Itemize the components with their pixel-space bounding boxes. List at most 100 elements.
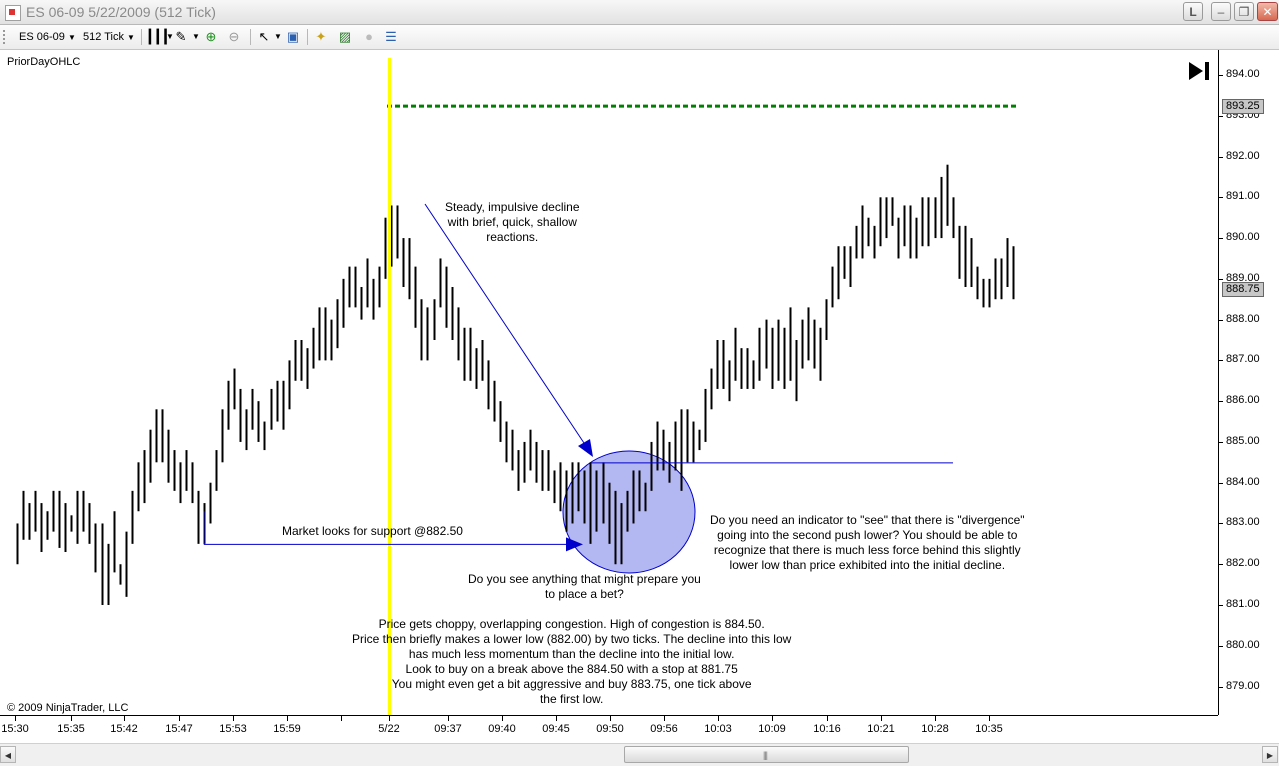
annotation-line: to place a bet? xyxy=(468,587,701,602)
x-tick-label: 10:35 xyxy=(975,723,1003,735)
data-box-icon[interactable]: ▣ xyxy=(285,29,301,45)
x-tick xyxy=(341,716,342,721)
price-marker: 893.25 xyxy=(1222,99,1264,114)
price-chart[interactable] xyxy=(0,50,1218,715)
price-axis[interactable]: 894.00893.00892.00891.00890.00889.00888.… xyxy=(1218,50,1279,715)
annotation-congestion: Price gets choppy, overlapping congestio… xyxy=(352,617,791,707)
x-tick-label: 09:45 xyxy=(542,723,570,735)
y-tick-label: 884.00 xyxy=(1226,476,1260,488)
x-tick xyxy=(881,716,882,721)
toolbar-separator xyxy=(250,29,251,45)
y-tick-label: 881.00 xyxy=(1226,598,1260,610)
scroll-right-icon[interactable]: ▶ xyxy=(1262,746,1278,763)
x-tick-label: 5/22 xyxy=(378,723,399,735)
y-tick-label: 892.00 xyxy=(1226,150,1260,162)
annotation-line: Price gets choppy, overlapping congestio… xyxy=(352,617,791,632)
x-tick-label: 15:42 xyxy=(110,723,138,735)
x-tick xyxy=(179,716,180,721)
y-tick-label: 882.00 xyxy=(1226,557,1260,569)
annotation-line: Price then briefly makes a lower low (88… xyxy=(352,632,791,647)
zoom-out-icon[interactable]: ⊖ xyxy=(226,29,242,45)
chevron-down-icon: ▼ xyxy=(68,33,76,42)
drawing-tool-icon[interactable]: ✎ xyxy=(173,29,189,45)
x-tick-label: 09:40 xyxy=(488,723,516,735)
toolbar-grip-icon[interactable] xyxy=(3,30,8,44)
copyright-text: © 2009 NinjaTrader, LLC xyxy=(7,702,128,714)
x-tick-label: 15:59 xyxy=(273,723,301,735)
app-icon xyxy=(5,5,21,21)
y-tick xyxy=(1218,401,1223,402)
y-tick-label: 890.00 xyxy=(1226,231,1260,243)
y-tick xyxy=(1218,279,1223,280)
x-tick xyxy=(718,716,719,721)
chevron-down-icon[interactable]: ▼ xyxy=(270,29,286,45)
scroll-left-icon[interactable]: ◀ xyxy=(0,746,16,763)
restore-icon[interactable]: ❐ xyxy=(1234,2,1254,21)
time-axis[interactable]: 15:3015:3515:4215:4715:5315:595/2209:370… xyxy=(0,715,1218,744)
instrument-list-icon[interactable]: ✦ xyxy=(313,29,329,45)
annotation-line: Do you see anything that might prepare y… xyxy=(468,572,701,587)
chart-style-icon[interactable]: ┃┃┃ xyxy=(146,29,162,45)
scroll-to-end-icon[interactable] xyxy=(1188,60,1212,82)
annotation-line: Look to buy on a break above the 884.50 … xyxy=(352,662,791,677)
x-tick-label: 15:35 xyxy=(57,723,85,735)
x-tick xyxy=(664,716,665,721)
x-tick-label: 09:50 xyxy=(596,723,624,735)
y-tick xyxy=(1218,197,1223,198)
y-tick xyxy=(1218,75,1223,76)
y-tick xyxy=(1218,116,1223,117)
x-tick xyxy=(827,716,828,721)
instrument-selector[interactable]: ES 06-09 ▼ xyxy=(19,28,76,46)
y-tick xyxy=(1218,238,1223,239)
y-tick xyxy=(1218,442,1223,443)
toolbar: ES 06-09 ▼ 512 Tick ▼ ┃┃┃ ▼ ✎ ▼ ⊕ ⊖ ↖ ▼ … xyxy=(0,25,1279,50)
price-marker: 888.75 xyxy=(1222,282,1264,297)
annotation-decline: Steady, impulsive decline with brief, qu… xyxy=(445,200,580,245)
annotation-line: has much less momentum than the decline … xyxy=(352,647,791,662)
x-tick xyxy=(71,716,72,721)
properties-icon[interactable]: ☰ xyxy=(383,29,399,45)
x-tick-label: 10:28 xyxy=(921,723,949,735)
chart-plot-area[interactable]: PriorDayOHLC Steady, impulsive decline w… xyxy=(0,50,1218,715)
x-tick-label: 15:47 xyxy=(165,723,193,735)
x-tick-label: 10:09 xyxy=(758,723,786,735)
y-tick xyxy=(1218,605,1223,606)
annotation-line: reactions. xyxy=(445,230,580,245)
scrollbar-thumb[interactable]: ||| xyxy=(624,746,909,763)
chevron-down-icon[interactable]: ▼ xyxy=(188,29,204,45)
strategies-icon[interactable]: ● xyxy=(361,29,377,45)
annotation-line: recognize that there is much less force … xyxy=(710,543,1025,558)
y-tick-label: 883.00 xyxy=(1226,516,1260,528)
x-tick-label: 09:56 xyxy=(650,723,678,735)
y-tick-label: 887.00 xyxy=(1226,353,1260,365)
horizontal-scrollbar[interactable]: ◀ ||| ▶ xyxy=(0,743,1279,766)
annotation-line: going into the second push lower? You sh… xyxy=(710,528,1025,543)
y-tick xyxy=(1218,320,1223,321)
close-icon[interactable]: ✕ xyxy=(1257,2,1278,21)
x-tick-label: 10:16 xyxy=(813,723,841,735)
annotation-line: Steady, impulsive decline xyxy=(445,200,580,215)
indicators-icon[interactable]: ▨ xyxy=(337,29,353,45)
x-tick xyxy=(502,716,503,721)
period-selector[interactable]: 512 Tick ▼ xyxy=(83,28,135,46)
annotation-line: the first low. xyxy=(352,692,791,707)
x-tick-label: 09:37 xyxy=(434,723,462,735)
annotation-line: lower low than price exhibited into the … xyxy=(710,558,1025,573)
x-tick xyxy=(287,716,288,721)
minimize-icon[interactable]: – xyxy=(1211,2,1231,21)
y-tick-label: 880.00 xyxy=(1226,639,1260,651)
y-tick-label: 888.00 xyxy=(1226,313,1260,325)
x-tick-label: 10:21 xyxy=(867,723,895,735)
annotation-line: You might even get a bit aggressive and … xyxy=(352,677,791,692)
indicator-label: PriorDayOHLC xyxy=(7,56,80,68)
zoom-in-icon[interactable]: ⊕ xyxy=(203,29,219,45)
x-tick xyxy=(610,716,611,721)
annotation-divergence: Do you need an indicator to "see" that t… xyxy=(710,513,1025,573)
x-tick xyxy=(556,716,557,721)
x-tick xyxy=(15,716,16,721)
link-button[interactable]: L xyxy=(1183,2,1203,21)
period-label: 512 Tick xyxy=(83,31,124,43)
y-tick xyxy=(1218,523,1223,524)
y-tick-label: 886.00 xyxy=(1226,394,1260,406)
annotation-support: Market looks for support @882.50 xyxy=(282,524,463,539)
